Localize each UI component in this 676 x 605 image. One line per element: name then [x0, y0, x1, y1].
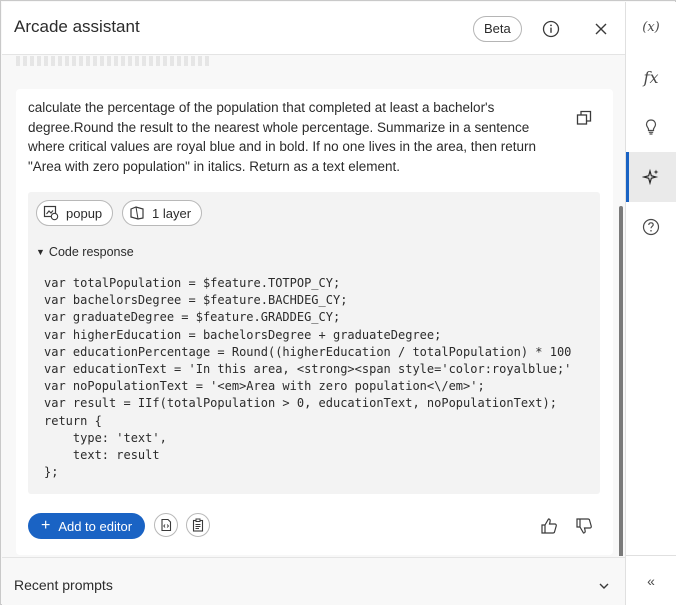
- plus-icon: +: [40, 517, 51, 534]
- user-prompt-text: calculate the percentage of the populati…: [28, 100, 537, 174]
- double-chevron-left-icon: «: [647, 572, 655, 589]
- response-card: calculate the percentage of the populati…: [16, 89, 613, 555]
- recent-prompts-section[interactable]: Recent prompts: [2, 557, 625, 605]
- collapse-rail-button[interactable]: «: [626, 555, 676, 605]
- conversation-scroll-area[interactable]: calculate the percentage of the populati…: [2, 56, 625, 556]
- thumbs-up-icon[interactable]: [539, 516, 559, 536]
- variables-icon: (x): [642, 19, 660, 35]
- vertical-scrollbar[interactable]: [619, 206, 623, 556]
- popup-chip-label: popup: [66, 205, 103, 221]
- layer-icon: [130, 206, 144, 220]
- code-block[interactable]: var totalPopulation = $feature.TOTPOP_CY…: [44, 275, 596, 481]
- code-response-box: popup 1 layer ▼ Code response var totalP…: [28, 192, 600, 494]
- popup-icon: [43, 205, 59, 221]
- rail-help-button[interactable]: [626, 202, 676, 252]
- layer-chip-label: 1 layer: [152, 205, 192, 221]
- explain-code-button[interactable]: [186, 513, 210, 537]
- right-tool-rail: (x) fx «: [625, 2, 676, 605]
- chevron-down-icon[interactable]: [596, 578, 612, 594]
- layer-chip[interactable]: 1 layer: [122, 200, 203, 226]
- close-icon[interactable]: [588, 16, 614, 42]
- code-response-label: Code response: [48, 245, 134, 259]
- popup-chip[interactable]: popup: [36, 200, 114, 226]
- panel-header: Arcade assistant Beta: [2, 2, 625, 55]
- rail-functions-button[interactable]: fx: [626, 52, 676, 102]
- caret-down-icon: ▼: [36, 247, 45, 257]
- recent-prompts-label: Recent prompts: [14, 577, 113, 593]
- clipboard-icon: [192, 518, 204, 532]
- beta-badge: Beta: [473, 16, 522, 42]
- info-icon[interactable]: [538, 16, 564, 42]
- rail-variables-button[interactable]: (x): [626, 2, 676, 52]
- code-file-icon: [161, 518, 172, 532]
- clipped-previous-content: [16, 56, 212, 66]
- code-response-toggle[interactable]: ▼ Code response: [36, 245, 134, 259]
- add-to-editor-label: Add to editor: [58, 518, 133, 534]
- rail-assistant-button[interactable]: [626, 152, 676, 202]
- panel-title: Arcade assistant: [14, 17, 140, 36]
- help-icon: [642, 218, 660, 236]
- rail-suggestions-button[interactable]: [626, 102, 676, 152]
- functions-icon: fx: [643, 67, 659, 87]
- thumbs-down-icon[interactable]: [574, 516, 594, 536]
- app-frame: Arcade assistant Beta calculate the perc…: [0, 0, 676, 605]
- insert-code-button[interactable]: [154, 513, 178, 537]
- lightbulb-icon: [645, 119, 657, 135]
- arcade-assistant-panel: Arcade assistant Beta calculate the perc…: [2, 2, 625, 605]
- copy-icon[interactable]: [574, 108, 594, 128]
- sparkle-icon: [642, 168, 659, 186]
- add-to-editor-button[interactable]: + Add to editor: [28, 513, 145, 539]
